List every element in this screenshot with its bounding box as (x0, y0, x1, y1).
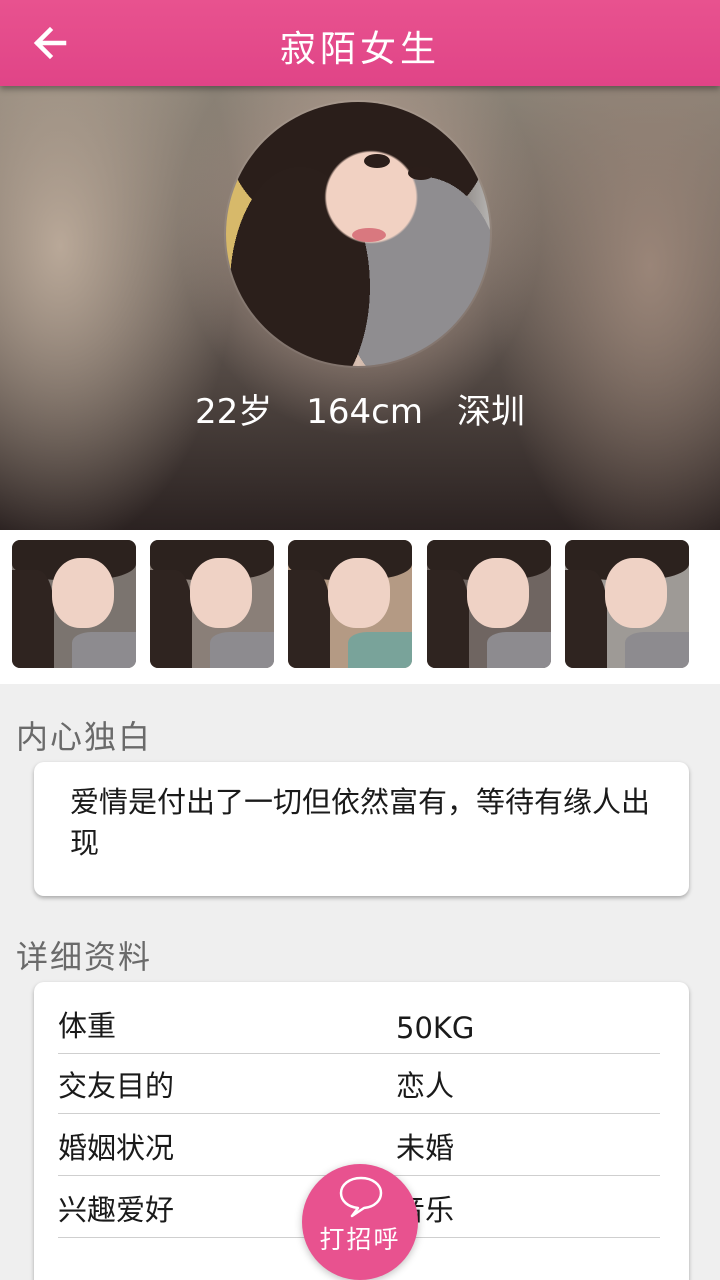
monologue-text: 爱情是付出了一切但依然富有，等待有缘人出现 (70, 785, 651, 860)
photo-strip (0, 530, 720, 684)
detail-value: 恋人 (396, 1069, 455, 1103)
monologue-label: 内心独白 (16, 718, 153, 756)
detail-value: 50KG (396, 1011, 475, 1045)
profile-stats: 22岁 164cm 深圳 (0, 384, 720, 433)
detail-key: 体重 (58, 1009, 117, 1043)
profile-page: 寂陌女生 22岁 164cm 深圳 内心独白 爱情是付出了一切但依然富有，等待有… (0, 0, 720, 1280)
detail-value: 未婚 (396, 1131, 455, 1165)
photo-thumb-2[interactable] (150, 540, 274, 668)
photo-thumb-5[interactable] (565, 540, 689, 668)
detail-row-weight: 体重 50KG (58, 992, 660, 1054)
photo-thumb-1[interactable] (12, 540, 136, 668)
photo-thumb-3[interactable] (288, 540, 412, 668)
app-header: 寂陌女生 (0, 0, 720, 86)
height-text: 164cm (306, 392, 423, 432)
greet-label: 打招呼 (319, 1225, 401, 1254)
city-text: 深圳 (456, 392, 525, 432)
page-title: 寂陌女生 (279, 29, 440, 70)
detail-row-purpose: 交友目的 恋人 (58, 1052, 660, 1114)
monologue-card: 爱情是付出了一切但依然富有，等待有缘人出现 (34, 762, 689, 896)
detail-key: 兴趣爱好 (58, 1193, 175, 1227)
age-text: 22岁 (195, 392, 273, 432)
profile-hero: 22岁 164cm 深圳 (0, 86, 720, 530)
avatar[interactable] (226, 102, 490, 366)
speech-bubble-icon (339, 1176, 383, 1218)
detail-key: 交友目的 (58, 1069, 175, 1103)
photo-thumb-4[interactable] (427, 540, 551, 668)
details-label: 详细资料 (16, 938, 153, 976)
detail-key: 婚姻状况 (58, 1131, 175, 1165)
greet-button[interactable]: 打招呼 (302, 1164, 418, 1280)
